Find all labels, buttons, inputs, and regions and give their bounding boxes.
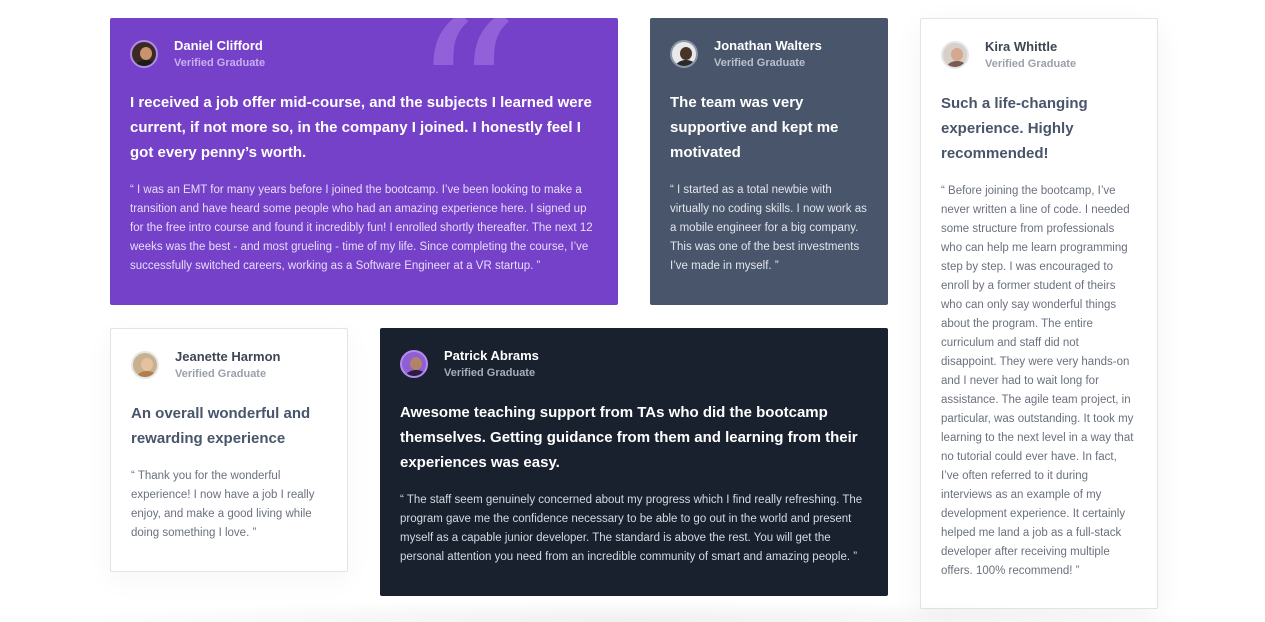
testimonial-headline: An overall wonderful and rewarding exper… <box>131 405 311 447</box>
author-name: Patrick Abrams <box>444 348 539 363</box>
testimonial-headline: Such a life-changing experience. Highly … <box>941 95 1088 162</box>
testimonial-headline: Awesome teaching support from TAs who di… <box>400 404 858 471</box>
author-status: Verified Graduate <box>985 58 1077 70</box>
author-status: Verified Graduate <box>714 57 806 69</box>
author: Jeanette Harmon Verified Graduate <box>131 349 327 381</box>
author: Jonathan Walters Verified Graduate <box>670 38 868 70</box>
testimonial-quote: “ Before joining the bootcamp, I’ve neve… <box>941 185 1134 577</box>
author-name: Jonathan Walters <box>714 38 822 53</box>
testimonial-quote: “ Thank you for the wonderful experience… <box>131 470 315 539</box>
author-status: Verified Graduate <box>444 367 536 379</box>
testimonial-headline: The team was very supportive and kept me… <box>670 94 839 161</box>
author-name: Jeanette Harmon <box>175 349 281 364</box>
testimonial-card-jeanette-harmon: Jeanette Harmon Verified Graduate An ove… <box>110 328 348 572</box>
testimonial-card-kira-whittle: Kira Whittle Verified Graduate Such a li… <box>920 18 1158 609</box>
avatar <box>941 41 969 69</box>
author-name: Daniel Clifford <box>174 38 263 53</box>
testimonial-card-daniel-clifford: “ Daniel Clifford Verified Graduate I re… <box>110 18 618 305</box>
testimonial-headline: I received a job offer mid-course, and t… <box>130 94 592 161</box>
avatar <box>131 351 159 379</box>
testimonial-quote: “ I started as a total newbie with virtu… <box>670 184 867 272</box>
author: Daniel Clifford Verified Graduate <box>130 38 598 70</box>
avatar <box>670 40 698 68</box>
testimonial-card-jonathan-walters: Jonathan Walters Verified Graduate The t… <box>650 18 888 305</box>
testimonial-card-patrick-abrams: Patrick Abrams Verified Graduate Awesome… <box>380 328 888 596</box>
testimonial-quote: “ The staff seem genuinely concerned abo… <box>400 494 863 563</box>
author-name: Kira Whittle <box>985 39 1058 54</box>
author: Kira Whittle Verified Graduate <box>941 39 1137 71</box>
testimonial-quote: “ I was an EMT for many years before I j… <box>130 184 593 272</box>
author-status: Verified Graduate <box>175 368 267 380</box>
author-status: Verified Graduate <box>174 57 266 69</box>
testimonials-grid: “ Daniel Clifford Verified Graduate I re… <box>0 0 1265 622</box>
avatar <box>400 350 428 378</box>
page-shadow <box>40 600 1225 622</box>
avatar <box>130 40 158 68</box>
author: Patrick Abrams Verified Graduate <box>400 348 868 380</box>
